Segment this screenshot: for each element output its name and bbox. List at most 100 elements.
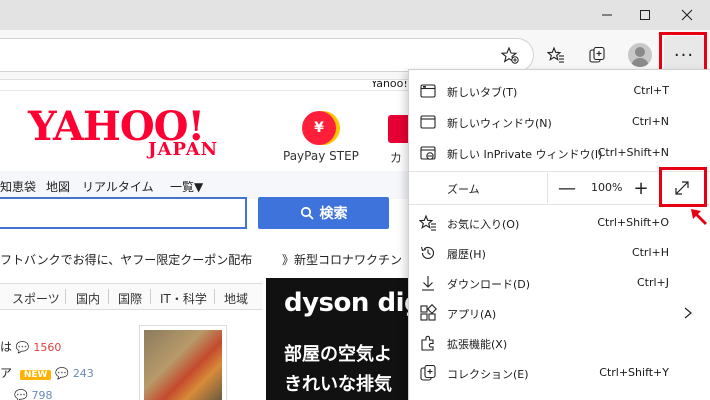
zoom-value: 100% [591, 181, 623, 194]
menu-label: ダウンロード(D) [447, 278, 531, 291]
menu-label: お気に入り(O) [447, 218, 520, 231]
close-icon [681, 9, 693, 21]
highlight-fullscreen-button [659, 167, 707, 207]
news-item[interactable]: は 💬 1560 [0, 338, 61, 355]
yahoo-search-button[interactable]: 検索 [258, 197, 389, 229]
menu-label: コレクション(E) [447, 368, 529, 381]
ad-brand: dyson digit [284, 288, 408, 318]
menu-label: 新しい InPrivate ウィンドウ(I) [447, 148, 603, 161]
zoom-in-button[interactable]: + [631, 177, 651, 199]
nav-realtime[interactable]: リアルタイム [82, 178, 154, 195]
title-bar [0, 0, 710, 30]
topic-divider [150, 289, 151, 304]
news-item[interactable]: ア NEW 💬 243 [0, 364, 94, 381]
menu-shortcut: Ctrl+T [633, 84, 669, 97]
page-top-strip [0, 81, 408, 91]
favorites-button[interactable] [543, 42, 569, 68]
address-bar[interactable] [0, 38, 534, 72]
menu-item-history[interactable]: 履歴(H) Ctrl+H [409, 238, 710, 268]
history-icon [420, 246, 435, 259]
ad-copy-line1: 部屋の空気よ [284, 344, 392, 365]
promo-ticker[interactable]: フトバンクでお得に、ヤフー限定クーポン配布 [0, 251, 252, 268]
add-favorite-icon [501, 46, 519, 64]
news-title: は [0, 340, 13, 354]
news-item[interactable]: 💬 798 [14, 388, 53, 400]
menu-item-extensions[interactable]: 拡張機能(X) [409, 328, 710, 358]
minimize-icon [602, 14, 612, 16]
card-icon[interactable] [388, 115, 408, 143]
settings-menu: 新しいタブ(T) Ctrl+T 新しいウィンドウ(N) Ctrl+N 新しい I… [408, 69, 710, 400]
zoom-separator [547, 173, 548, 203]
apps-icon [420, 304, 437, 321]
red-arrow-icon [691, 209, 707, 225]
inprivate-icon [420, 146, 436, 160]
favorites-icon [547, 46, 564, 63]
menu-label: 履歴(H) [447, 248, 486, 261]
menu-item-new-window[interactable]: 新しいウィンドウ(N) Ctrl+N [409, 107, 710, 137]
tab-domestic[interactable]: 国内 [76, 290, 100, 307]
comment-icon: 💬 [15, 341, 30, 354]
menu-shortcut: Ctrl+H [631, 246, 669, 259]
collections-icon [420, 364, 436, 381]
topic-divider [214, 289, 215, 304]
ad-copy-line2: きれいな排気 [284, 374, 392, 395]
menu-label: 新しいウィンドウ(N) [447, 117, 552, 130]
menu-shortcut: Ctrl+N [631, 115, 669, 128]
add-favorite-button[interactable] [497, 42, 523, 68]
search-button-label: 検索 [319, 206, 348, 222]
tab-it-science[interactable]: IT・科学 [160, 290, 207, 307]
tab-international[interactable]: 国際 [118, 290, 142, 307]
tab-sports[interactable]: スポーツ [12, 290, 60, 307]
zoom-out-button[interactable]: — [557, 177, 577, 199]
menu-label: アプリ(A) [447, 308, 497, 321]
nav-list[interactable]: 一覧▼ [170, 178, 203, 195]
comment-count: 798 [31, 389, 53, 400]
comment-count: 1560 [33, 341, 62, 354]
menu-shortcut: Ctrl+Shift+Y [599, 366, 669, 379]
yahoo-logo-japan: JAPAN [148, 139, 219, 160]
extensions-icon [421, 335, 434, 351]
dyson-ad[interactable]: dyson digit 部屋の空気よ きれいな排気 [266, 278, 408, 400]
collections-button[interactable] [584, 42, 610, 68]
menu-item-favorites[interactable]: お気に入り(O) Ctrl+Shift+O [409, 208, 710, 238]
news-title: ア [0, 366, 13, 380]
menu-shortcut: Ctrl+J [636, 276, 669, 289]
maximize-button[interactable] [622, 0, 668, 30]
nav-map[interactable]: 地図 [46, 178, 70, 195]
menu-item-collections[interactable]: コレクション(E) Ctrl+Shift+Y [409, 358, 710, 388]
zoom-label: ズーム [447, 183, 480, 196]
tab-region[interactable]: 地域 [224, 290, 248, 307]
comment-count: 243 [72, 367, 94, 380]
nav-chiebukuro[interactable]: 知恵袋 [0, 178, 36, 195]
menu-label: 新しいタブ(T) [447, 86, 518, 99]
menu-label: 拡張機能(X) [447, 338, 508, 351]
menu-item-inprivate[interactable]: 新しい InPrivate ウィンドウ(I) Ctrl+Shift+N [409, 138, 710, 168]
menu-shortcut: Ctrl+Shift+N [597, 146, 669, 159]
yahoo-search-input[interactable] [0, 197, 247, 229]
minus-icon: — [558, 177, 576, 199]
close-button[interactable] [664, 0, 710, 30]
topic-divider [108, 289, 109, 304]
new-badge: NEW [19, 370, 52, 380]
yahoo-top-link[interactable]: Yahoo! [371, 81, 408, 90]
download-icon [422, 276, 434, 291]
menu-shortcut: Ctrl+Shift+O [597, 216, 669, 229]
profile-button[interactable] [627, 42, 653, 68]
search-icon [300, 206, 314, 220]
menu-item-downloads[interactable]: ダウンロード(D) Ctrl+J [409, 268, 710, 298]
web-page: Yahoo! YAHOO! JAPAN ¥ PayPay STEP カー 知恵袋… [0, 81, 408, 400]
menu-item-apps[interactable]: アプリ(A) [409, 298, 710, 328]
paypay-icon[interactable]: ¥ [302, 111, 336, 145]
news-photo [144, 330, 222, 400]
maximize-icon [640, 10, 650, 20]
menu-item-new-tab[interactable]: 新しいタブ(T) Ctrl+T [409, 76, 710, 106]
topic-divider [65, 289, 66, 304]
profile-icon [628, 43, 652, 67]
news-thumbnail[interactable] [139, 325, 227, 400]
plus-icon: + [633, 177, 649, 199]
new-tab-icon [420, 84, 436, 98]
covid-ticker[interactable]: 》新型コロナワクチン [282, 251, 402, 268]
collections-icon [589, 46, 605, 63]
chevron-right-icon [684, 307, 692, 319]
paypay-step-link[interactable]: PayPay STEP [283, 149, 359, 163]
